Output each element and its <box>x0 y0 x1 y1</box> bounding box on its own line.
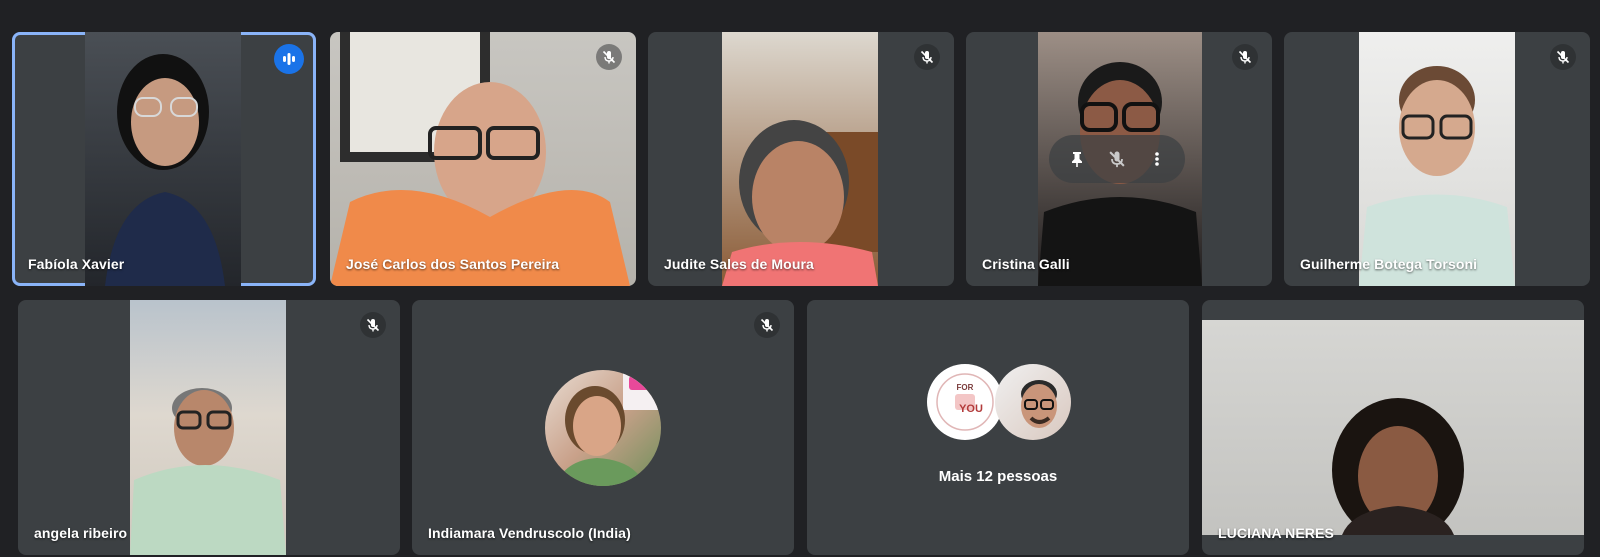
participant-name: Judite Sales de Moura <box>664 256 814 272</box>
more-options-button[interactable] <box>1140 142 1174 176</box>
participant-video <box>1359 32 1515 286</box>
participant-video <box>722 32 878 286</box>
mic-off-icon <box>760 318 774 332</box>
participant-name: LUCIANA NERES <box>1218 525 1334 541</box>
muted-indicator <box>914 44 940 70</box>
more-participants-label: Mais 12 pessoas <box>938 468 1058 485</box>
participant-tile-fabiola[interactable]: Fabíola Xavier <box>12 32 316 286</box>
mic-off-icon <box>1109 151 1125 168</box>
participant-tile-guilherme[interactable]: Guilherme Botega Torsoni <box>1284 32 1590 286</box>
more-vert-icon <box>1155 152 1159 166</box>
muted-indicator <box>596 44 622 70</box>
participant-name: Indiamara Vendruscolo (India) <box>428 525 631 541</box>
mic-off-icon <box>366 318 380 332</box>
participant-tile-angela[interactable]: angela ribeiro <box>18 300 400 555</box>
participant-video <box>85 32 241 286</box>
participant-tile-luciana[interactable]: LUCIANA NERES <box>1202 300 1584 555</box>
audio-level-icon <box>283 53 295 65</box>
avatar <box>545 370 661 486</box>
participant-tile-judite[interactable]: Judite Sales de Moura <box>648 32 954 286</box>
participant-tile-indiamara[interactable]: Indiamara Vendruscolo (India) <box>412 300 794 555</box>
mic-off-icon <box>1238 50 1252 64</box>
more-participants-tile[interactable]: FOR YOU Mais 12 pessoas <box>807 300 1189 555</box>
participant-video <box>330 32 636 286</box>
for-you-logo-avatar: FOR YOU <box>927 364 1003 440</box>
participant-tile-jose-carlos[interactable]: José Carlos dos Santos Pereira <box>330 32 636 286</box>
mic-off-icon <box>920 50 934 64</box>
participant-name: José Carlos dos Santos Pereira <box>346 256 560 272</box>
muted-indicator <box>1550 44 1576 70</box>
muted-indicator <box>360 312 386 338</box>
participant-avatar <box>995 364 1071 440</box>
participant-name: Cristina Galli <box>982 256 1070 272</box>
speaking-indicator <box>274 44 304 74</box>
pin-button[interactable] <box>1060 142 1094 176</box>
mic-off-icon <box>602 50 616 64</box>
mic-off-icon <box>1556 50 1570 64</box>
participant-name: Fabíola Xavier <box>28 256 125 272</box>
participant-video <box>1202 320 1584 535</box>
participant-tile-cristina[interactable]: Cristina Galli <box>966 32 1272 286</box>
participant-video <box>130 300 286 555</box>
for-you-logo-line2: YOU <box>959 403 983 415</box>
mute-participant-button[interactable] <box>1100 142 1134 176</box>
for-you-logo-line1: FOR <box>957 383 974 392</box>
muted-indicator <box>1232 44 1258 70</box>
tile-hover-controls <box>1049 135 1185 183</box>
participant-name: angela ribeiro <box>34 525 128 541</box>
pin-icon <box>1072 152 1082 167</box>
muted-indicator <box>754 312 780 338</box>
participant-name: Guilherme Botega Torsoni <box>1300 256 1478 272</box>
